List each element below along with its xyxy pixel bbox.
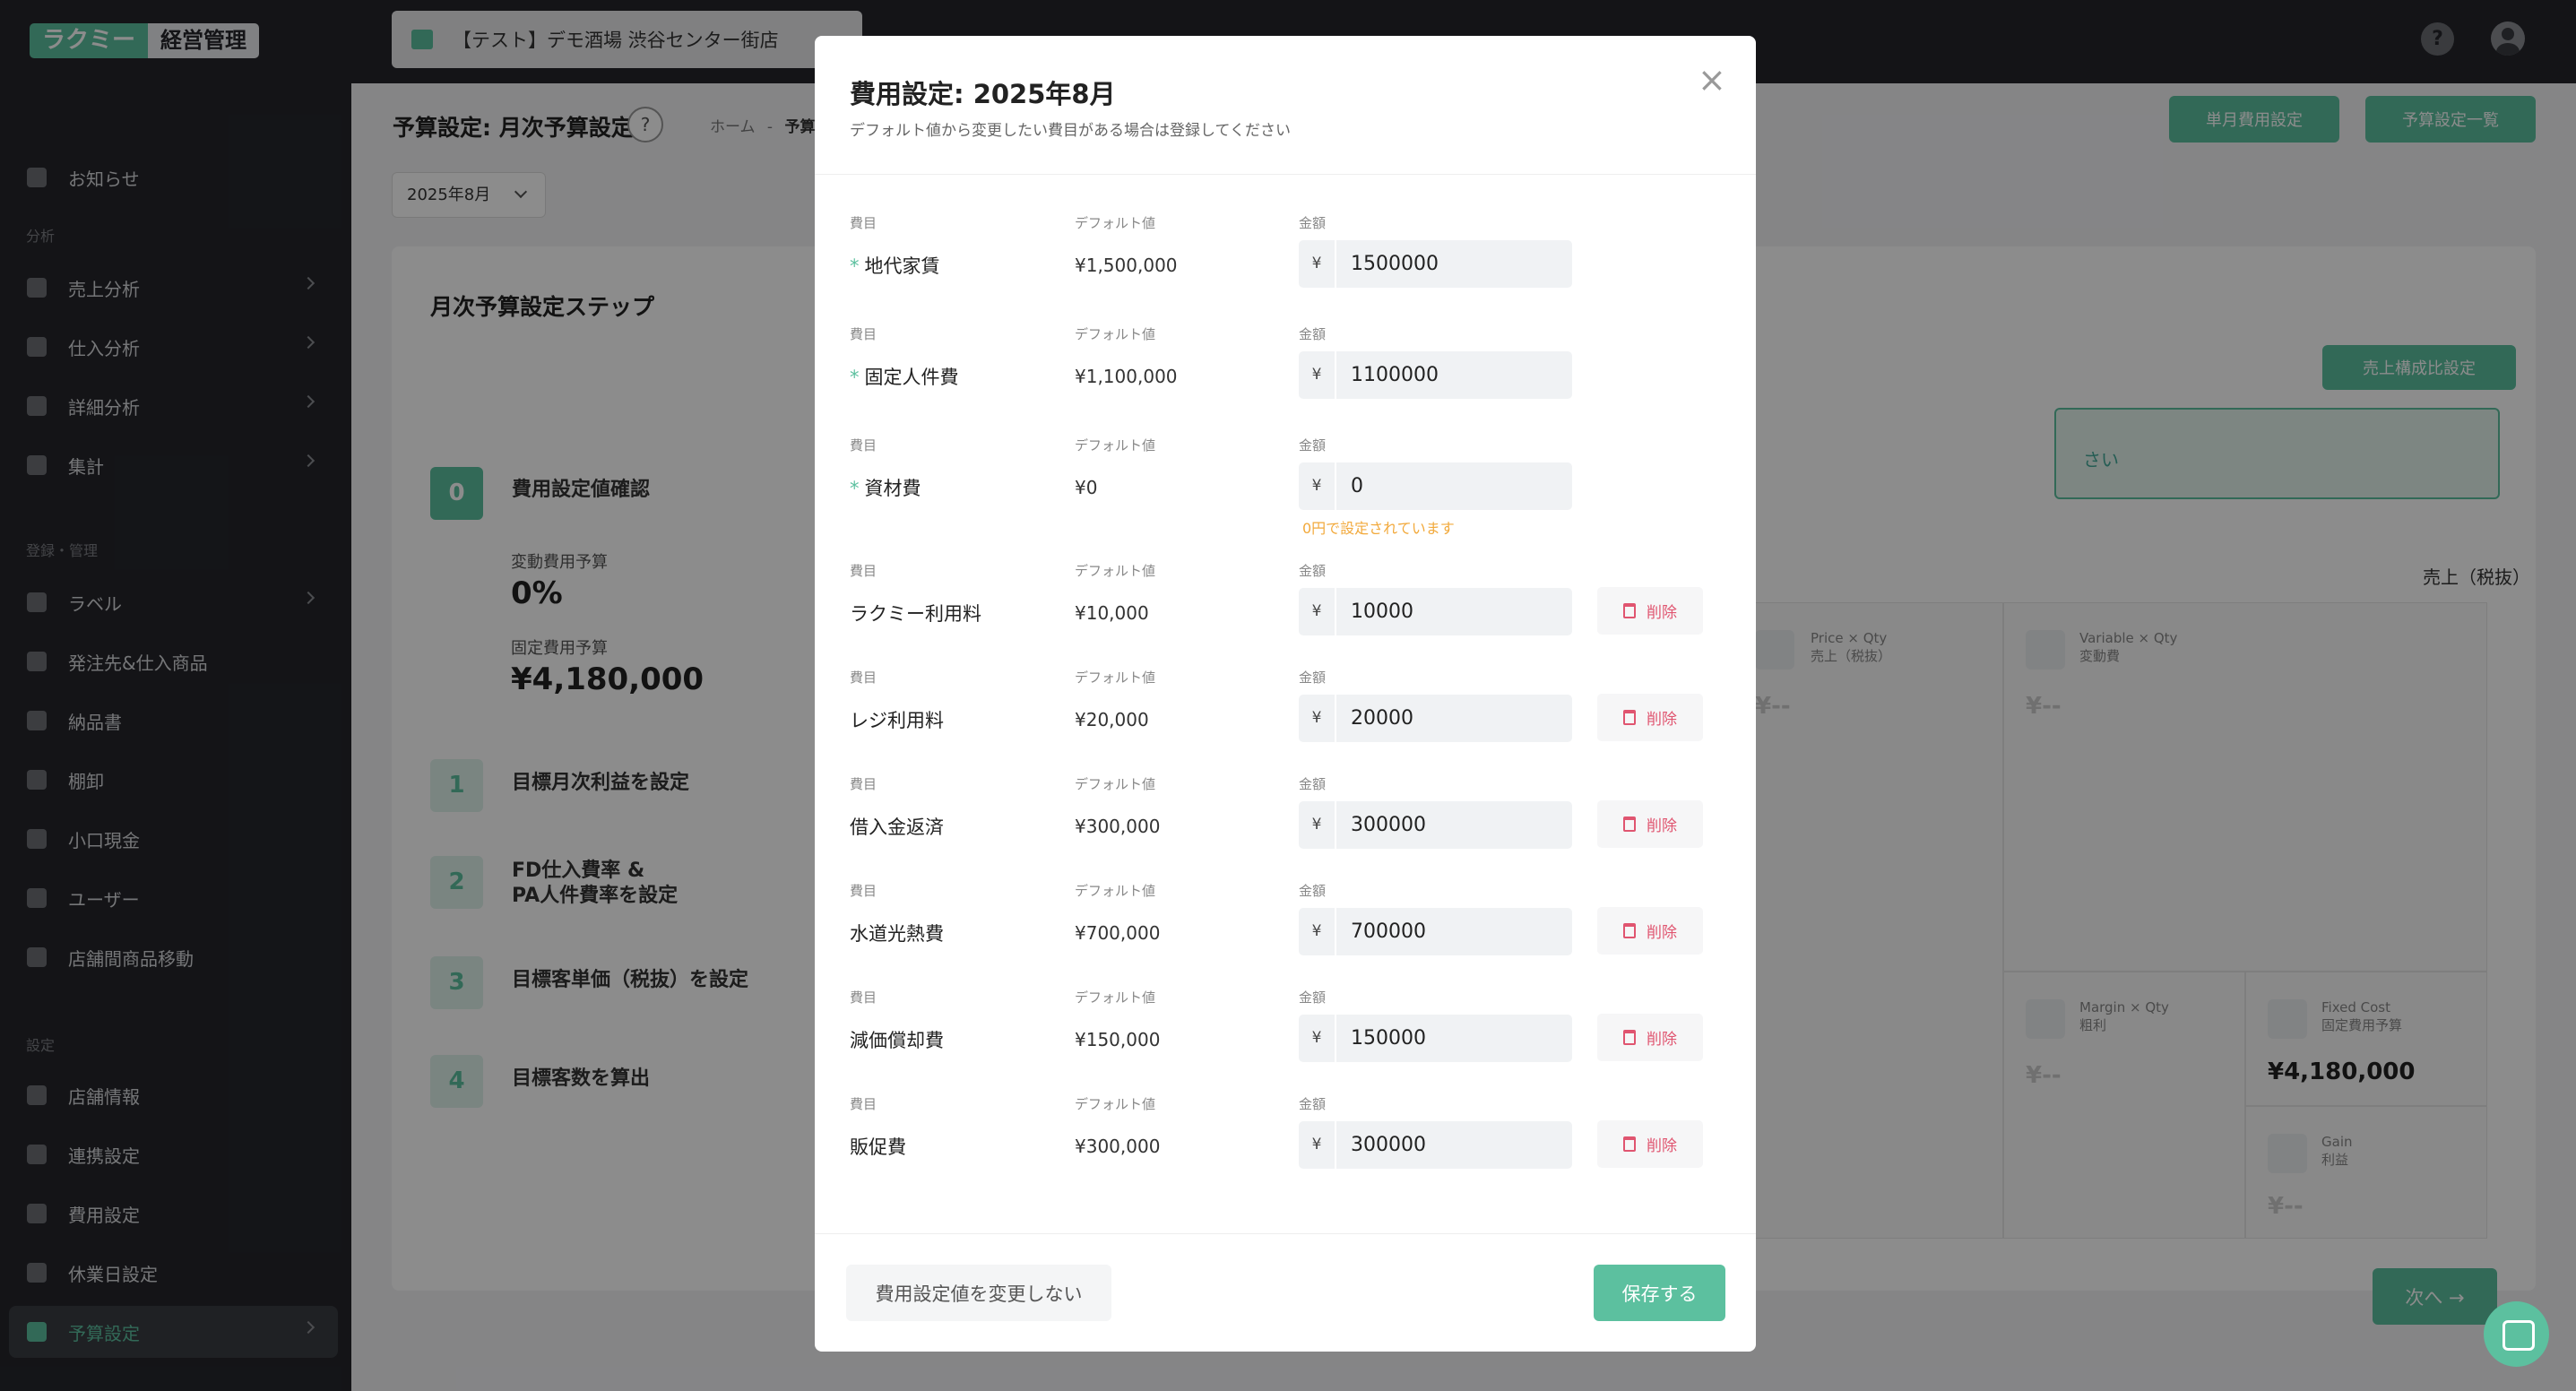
required-mark: *	[850, 478, 860, 499]
trash-icon	[1623, 923, 1636, 938]
zero-warning: 0円で設定されています	[1302, 520, 1455, 537]
cost-settings-modal: 費用設定: 2025年8月 デフォルト値から変更したい費目がある場合は登録してく…	[815, 36, 1756, 1352]
required-mark: *	[850, 367, 860, 388]
trash-icon	[1623, 710, 1636, 725]
cost-row: 費目 デフォルト値 金額 販促費 ¥300,000 ¥300000 削除	[815, 1094, 1756, 1202]
default-value: ¥150,000	[1075, 1029, 1161, 1050]
save-button[interactable]: 保存する	[1594, 1265, 1725, 1321]
amount-input[interactable]: ¥20000	[1299, 695, 1572, 742]
cost-row: 費目 デフォルト値 金額 借入金返済 ¥300,000 ¥300000 削除	[815, 774, 1756, 882]
cost-item-name: * 固定人件費	[850, 367, 959, 388]
amount-input[interactable]: ¥1500000	[1299, 240, 1572, 288]
delete-button[interactable]: 削除	[1597, 1014, 1703, 1061]
default-value: ¥0	[1075, 477, 1098, 498]
cost-row: 費目 デフォルト値 金額 * 地代家賃 ¥1,500,000 ¥1500000	[815, 213, 1756, 321]
required-mark: *	[850, 255, 860, 277]
default-value: ¥10,000	[1075, 602, 1149, 624]
divider	[815, 1233, 1756, 1234]
cost-item-name: 水道光熱費	[850, 923, 944, 945]
chat-icon[interactable]	[2484, 1301, 2549, 1367]
trash-icon	[1623, 1030, 1636, 1045]
amount-input[interactable]: ¥700000	[1299, 908, 1572, 955]
amount-input[interactable]: ¥150000	[1299, 1015, 1572, 1062]
amount-input[interactable]: ¥0	[1299, 462, 1572, 510]
cost-row: 費目 デフォルト値 金額 * 固定人件費 ¥1,100,000 ¥1100000	[815, 324, 1756, 432]
delete-button[interactable]: 削除	[1597, 800, 1703, 848]
cost-row: 費目 デフォルト値 金額 水道光熱費 ¥700,000 ¥700000 削除	[815, 881, 1756, 989]
delete-button[interactable]: 削除	[1597, 587, 1703, 635]
trash-icon	[1623, 1136, 1636, 1152]
trash-icon	[1623, 816, 1636, 832]
delete-button[interactable]: 削除	[1597, 907, 1703, 955]
cost-item-name: 販促費	[850, 1136, 906, 1158]
amount-input[interactable]: ¥300000	[1299, 1121, 1572, 1169]
amount-input[interactable]: ¥1100000	[1299, 351, 1572, 399]
cost-item-name: * 地代家賃	[850, 255, 940, 277]
cost-item-name: ラクミー利用料	[850, 603, 981, 625]
cost-row: 費目 デフォルト値 金額 レジ利用料 ¥20,000 ¥20000 削除	[815, 668, 1756, 775]
amount-input[interactable]: ¥300000	[1299, 801, 1572, 849]
amount-input[interactable]: ¥10000	[1299, 588, 1572, 635]
cost-row: 費目 デフォルト値 金額 ラクミー利用料 ¥10,000 ¥10000 削除	[815, 561, 1756, 669]
default-value: ¥300,000	[1075, 816, 1161, 837]
cost-row: 費目 デフォルト値 金額 * 資材費 ¥0 ¥0 0円で設定されています	[815, 436, 1756, 543]
modal-title: 費用設定: 2025年8月	[850, 79, 1116, 109]
divider	[815, 174, 1756, 175]
cost-row: 費目 デフォルト値 金額 減価償却費 ¥150,000 ¥150000 削除	[815, 988, 1756, 1095]
trash-icon	[1623, 603, 1636, 618]
modal-subtitle: デフォルト値から変更したい費目がある場合は登録してください	[850, 122, 1291, 140]
default-value: ¥1,100,000	[1075, 366, 1178, 387]
delete-button[interactable]: 削除	[1597, 694, 1703, 741]
cost-item-name: レジ利用料	[850, 710, 944, 731]
keep-defaults-button[interactable]: 費用設定値を変更しない	[846, 1265, 1111, 1321]
cost-item-name: 借入金返済	[850, 816, 944, 838]
default-value: ¥1,500,000	[1075, 255, 1178, 276]
close-icon[interactable]: ×	[1698, 63, 1726, 97]
cost-item-name: 減価償却費	[850, 1030, 944, 1051]
delete-button[interactable]: 削除	[1597, 1120, 1703, 1168]
cost-item-name: * 資材費	[850, 478, 921, 499]
default-value: ¥300,000	[1075, 1136, 1161, 1157]
default-value: ¥700,000	[1075, 922, 1161, 944]
default-value: ¥20,000	[1075, 709, 1149, 730]
